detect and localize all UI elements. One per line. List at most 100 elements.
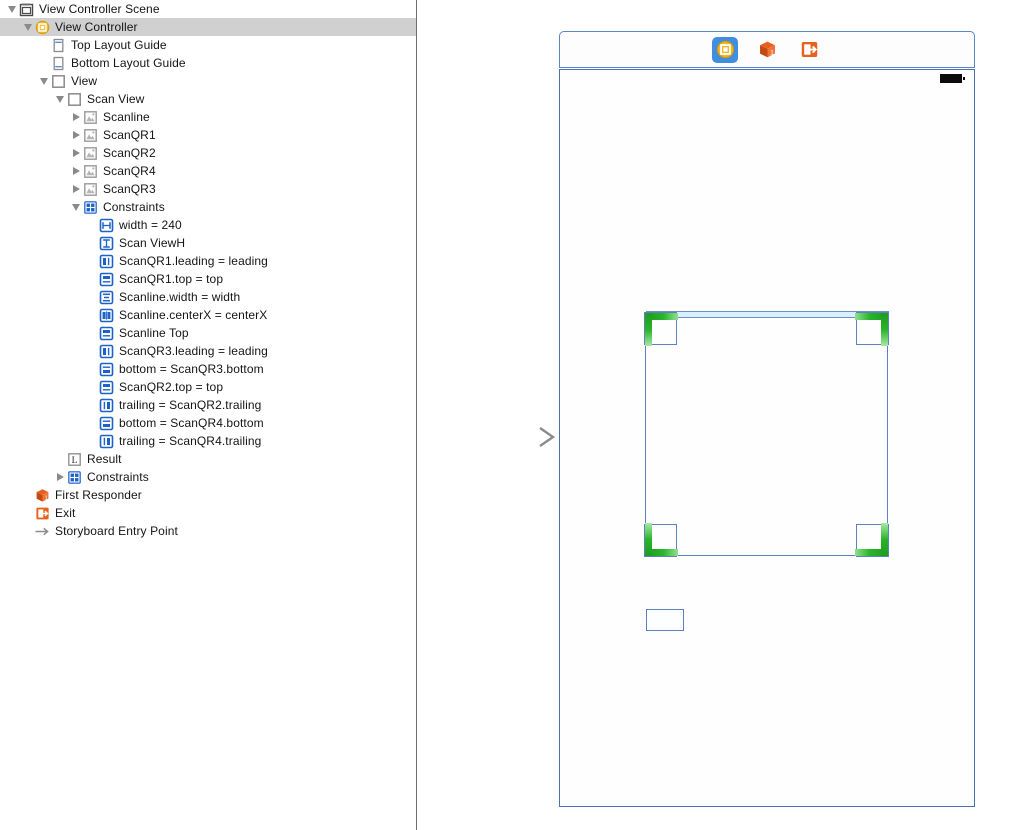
outline-row-label: Scan View: [87, 92, 145, 106]
outline-row-first-responder[interactable]: 1 First Responder: [0, 486, 416, 504]
outline-row-label: Constraints: [87, 470, 149, 484]
outline-row-label: Top Layout Guide: [71, 38, 167, 52]
outline-row-c-qr1-top[interactable]: ScanQR1.top = top: [0, 270, 416, 288]
outline-row-label: Scan ViewH: [119, 236, 186, 250]
outline-row-label: Exit: [55, 506, 76, 520]
outline-row-c-qr1-leading[interactable]: ScanQR1.leading = leading: [0, 252, 416, 270]
outline-row-c-scan-viewh[interactable]: Scan ViewH: [0, 234, 416, 252]
outline-row-label: ScanQR2: [103, 146, 156, 160]
outline-row-c-bottom-qr4[interactable]: bottom = ScanQR4.bottom: [0, 414, 416, 432]
constraint-equalwidth-icon: [99, 290, 114, 305]
outline-row-c-width-240[interactable]: width = 240: [0, 216, 416, 234]
outline-row-label: Storyboard Entry Point: [55, 524, 178, 538]
disclosure-triangle-open[interactable]: [54, 90, 67, 108]
disclosure-triangle-open[interactable]: [70, 198, 83, 216]
disclosure-triangle-closed[interactable]: [70, 144, 83, 162]
disclosure-triangle-closed[interactable]: [70, 162, 83, 180]
constraint-leading-icon: [99, 344, 114, 359]
storyboard-canvas[interactable]: 1: [418, 0, 1015, 830]
battery-icon: [940, 74, 965, 83]
disclosure-triangle-closed[interactable]: [70, 180, 83, 198]
outline-row-constraints-view[interactable]: Constraints: [0, 468, 416, 486]
disclosure-triangle-open[interactable]: [6, 0, 19, 18]
outline-row-scanline[interactable]: Scanline: [0, 108, 416, 126]
constraint-top-icon: [99, 272, 114, 287]
outline-row-result[interactable]: L Result: [0, 450, 416, 468]
scanqr2-corner[interactable]: [855, 312, 889, 346]
scanline-view[interactable]: [646, 311, 889, 318]
outline-row-exit[interactable]: Exit: [0, 504, 416, 522]
outline-row-scanqr1[interactable]: ScanQR1: [0, 126, 416, 144]
image-view-icon: [83, 182, 98, 197]
outline-row-constraints-scanview[interactable]: Constraints: [0, 198, 416, 216]
top-layout-guide-icon: [51, 38, 66, 53]
outline-row-c-trailing-qr2[interactable]: trailing = ScanQR2.trailing: [0, 396, 416, 414]
image-view-icon: [83, 110, 98, 125]
first-responder-icon: 1: [35, 488, 50, 503]
outline-row-c-qr3-leading[interactable]: ScanQR3.leading = leading: [0, 342, 416, 360]
dock-view-controller-icon[interactable]: [712, 36, 738, 63]
outline-row-top-layout-guide[interactable]: Top Layout Guide: [0, 36, 416, 54]
outline-row-scan-view[interactable]: Scan View: [0, 90, 416, 108]
outline-row-c-qr2-top[interactable]: ScanQR2.top = top: [0, 378, 416, 396]
outline-row-view-controller-scene[interactable]: View Controller Scene: [0, 0, 416, 18]
constraint-leading-icon: [99, 254, 114, 269]
dock-first-responder-icon[interactable]: 1: [754, 37, 780, 63]
constraints-icon: [83, 200, 98, 215]
scene-icon: [19, 2, 34, 17]
scan-view[interactable]: [644, 311, 889, 557]
outline-row-scanqr4[interactable]: ScanQR4: [0, 162, 416, 180]
view-controller-view[interactable]: [559, 69, 975, 807]
disclosure-triangle-open[interactable]: [22, 18, 35, 36]
scanqr1-corner[interactable]: [644, 312, 678, 346]
outline-row-label: Bottom Layout Guide: [71, 56, 186, 70]
scanqr4-corner[interactable]: [855, 523, 889, 557]
outline-row-storyboard-entry-point[interactable]: Storyboard Entry Point: [0, 522, 416, 540]
outline-row-label: View Controller Scene: [39, 2, 160, 16]
outline-row-scanqr3[interactable]: ScanQR3: [0, 180, 416, 198]
disclosure-triangle-open[interactable]: [38, 72, 51, 90]
bottom-layout-guide-icon: [51, 56, 66, 71]
outline-row-c-scanline-centerx[interactable]: Scanline.centerX = centerX: [0, 306, 416, 324]
dock-exit-icon[interactable]: [796, 37, 822, 63]
scanqr1-bar-vertical: [645, 313, 652, 346]
outline-row-c-trailing-qr4[interactable]: trailing = ScanQR4.trailing: [0, 432, 416, 450]
document-outline-panel[interactable]: View Controller Scene View Controller Top …: [0, 0, 417, 830]
constraint-centerx-icon: [99, 308, 114, 323]
outline-row-label: ScanQR1.top = top: [119, 272, 224, 286]
outline-row-c-scanline-width[interactable]: Scanline.width = width: [0, 288, 416, 306]
constraint-top-icon: [99, 326, 114, 341]
outline-row-label: ScanQR4: [103, 164, 156, 178]
outline-row-label: width = 240: [119, 218, 182, 232]
outline-row-view-controller[interactable]: View Controller: [0, 18, 416, 36]
scene-dock[interactable]: 1: [559, 31, 975, 68]
outline-row-bottom-layout-guide[interactable]: Bottom Layout Guide: [0, 54, 416, 72]
scanqr3-corner[interactable]: [644, 523, 678, 557]
outline-row-c-bottom-qr3[interactable]: bottom = ScanQR3.bottom: [0, 360, 416, 378]
disclosure-triangle-closed[interactable]: [70, 108, 83, 126]
result-label[interactable]: [646, 609, 684, 631]
outline-row-scanqr2[interactable]: ScanQR2: [0, 144, 416, 162]
disclosure-triangle-closed[interactable]: [54, 468, 67, 486]
constraint-bottom-icon: [99, 416, 114, 431]
outline-row-c-scanline-top[interactable]: Scanline Top: [0, 324, 416, 342]
constraints-icon: [67, 470, 82, 485]
outline-row-label: trailing = ScanQR4.trailing: [119, 434, 262, 448]
view-controller-scene[interactable]: 1: [559, 31, 975, 807]
outline-row-label: Constraints: [103, 200, 165, 214]
outline-row-view[interactable]: View: [0, 72, 416, 90]
constraint-trailing-icon: [99, 434, 114, 449]
image-view-icon: [83, 128, 98, 143]
outline-row-label: ScanQR1: [103, 128, 156, 142]
disclosure-triangle-closed[interactable]: [70, 126, 83, 144]
